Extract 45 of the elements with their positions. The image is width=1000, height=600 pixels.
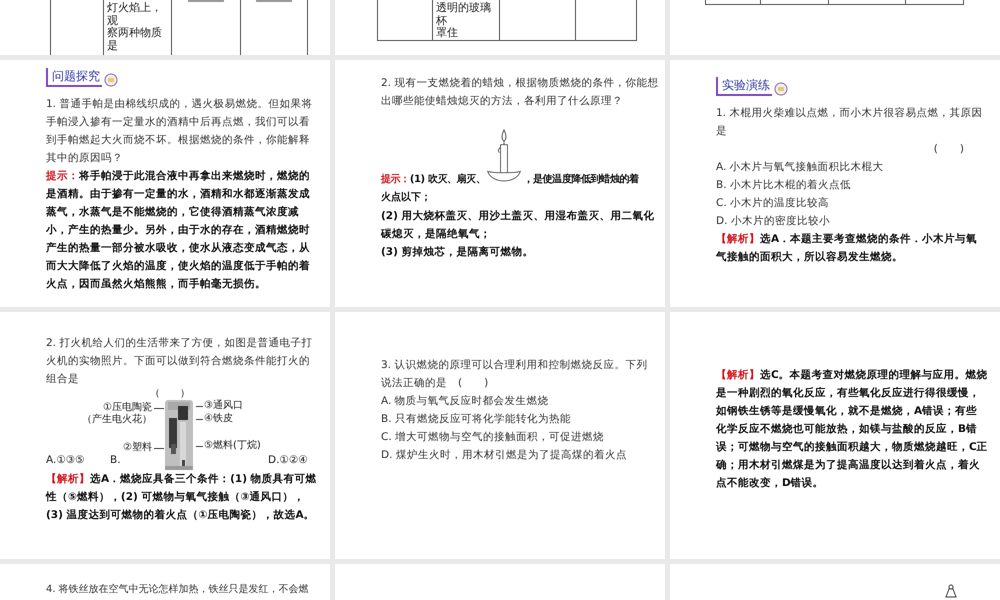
analysis-text: 【解析】选C。本题考查对燃烧原理的理解与应用。燃烧是一种剧烈的氧化反应，有些氧化反应进行得很缓慢，如钢铁生锈等是缓慢氧化，就不是燃烧，A错误；有些化学反应不燃烧也可能放热，如镁与盐酸的反应，B错误；可燃物与空气的接触面积越大，物质燃烧越旺，C正确；用木材引燃煤是为了提高温度以达到着火点，着火点不能改变，D错误。: [716, 368, 988, 491]
hint-text: 火点以下；: [381, 190, 432, 205]
answer-blank: ( ): [932, 142, 965, 157]
leader-line: [196, 406, 203, 407]
question-text: 1. 普通手帕是由棉线织成的，遇火极易燃烧。但如果将手帕浸入掺有一定量水的酒精中后再点燃，我们可以看到手帕燃起大火而烧不坏。根据燃烧的条件，你能解释其中的原因吗？: [46, 97, 314, 166]
option-text: A. 物质与氧气反应时都会发生燃烧: [381, 394, 550, 409]
question-text: 1. 木棍用火柴难以点燃，而小木片很容易点燃，其原因是: [716, 106, 984, 139]
leader-line: [196, 419, 203, 420]
callout-label: ①压电陶瓷: [103, 402, 152, 414]
leader-line: [196, 446, 203, 447]
analysis-text: 【解析】选A．本题主要考查燃烧的条件．小木片与氧气接触的面积大，所以容易发生燃烧。: [716, 232, 978, 265]
callout-label: ②塑料: [123, 442, 152, 454]
option-text: B. 只有燃烧反应可将化学能转化为热能: [381, 412, 572, 427]
callout-label: ⑤燃料(丁烷): [204, 440, 261, 452]
leader-line: [154, 408, 164, 409]
hint-text: (1) 吹灭、扇灭、: [410, 174, 486, 185]
option-text: D. 煤炉生火时，用木材引燃是为了提高煤的着火点: [381, 448, 628, 463]
option-text: D. 小木片的密度比较小: [716, 214, 831, 229]
hint-text: ，是使温度降低到蜡烛的着: [523, 174, 639, 185]
question-text: 2. 打火机给人们的生活带来了方便，如图是普通电子打火机的实物照片。下面可以做到符合燃烧条件能打火的组合是: [46, 336, 314, 387]
analysis-text: 【解析】选A．燃烧应具备三个条件：(1) 物质具有可燃性（⑤燃料），(2) 可燃物与氧气接触（③通风口），(3) 温度达到可燃物的着火点（①压电陶瓷），故选A。: [46, 472, 318, 523]
option-text: A. 小木片与氧气接触面积比木棍大: [716, 160, 885, 175]
question-text: 4. 将铁丝放在空气中无论怎样加热，铁丝只是发红，不会燃: [46, 584, 310, 596]
hint-label: 提示：: [381, 174, 410, 185]
note-icon: [104, 73, 118, 87]
question-text: 2. 现有一支燃烧着的蜡烛，根据物质燃烧的条件，你能想出哪些能使蜡烛熄灭的方法，各利用了什么原理？: [381, 76, 660, 109]
note-icon: [774, 82, 788, 96]
leader-line: [154, 448, 164, 449]
answer-blank: （ ）: [150, 388, 190, 400]
callout-label: ③通风口: [204, 400, 243, 412]
hint-text: 提示：将手帕浸于此混合液中再拿出来燃烧时，燃烧的是酒精。由于掺有一定量的水，酒精和水都逐渐蒸发成蒸气，水蒸气是不能燃烧的，它使得酒精蒸气浓度减小，产生的热量少。另外，由于水的存在，酒精燃烧时产生的热量一部分被水吸收，使水从液态变成气态，从而大大降低了火焰的温度，使火焰的温度低于手帕的着火点，因而虽然火焰熊熊，而手帕毫无损伤。: [46, 169, 311, 292]
question-text: 3. 认识燃烧的原理可以合理利用和控制燃烧反应。下列说法正确的是 ( ): [381, 358, 648, 391]
hint-text: (3) 剪掉烛芯，是隔离可燃物。: [381, 244, 535, 260]
option-text: A.①③⑤: [46, 454, 85, 466]
option-text: C. 小木片的温度比较高: [716, 196, 830, 211]
table-cell: 透明的玻璃 杯 罩住: [432, 0, 500, 40]
callout-label: ④铁皮: [204, 413, 233, 425]
option-text: B. 小木片比木棍的着火点低: [716, 178, 852, 193]
section-heading: 问题探究: [46, 68, 102, 87]
option-text: C. 增大可燃物与空气的接触面积，可促进燃烧: [381, 430, 606, 445]
section-heading: 实验演练: [716, 77, 772, 96]
option-text: B.: [110, 454, 121, 466]
option-text: D.①②④: [268, 454, 308, 466]
hint-text: (2) 用大烧杯盖灭、用沙土盖灭、用湿布盖灭、用二氧化碳熄灭，是隔绝氧气；: [381, 208, 656, 242]
callout-label: （产生电火花）: [82, 414, 152, 426]
